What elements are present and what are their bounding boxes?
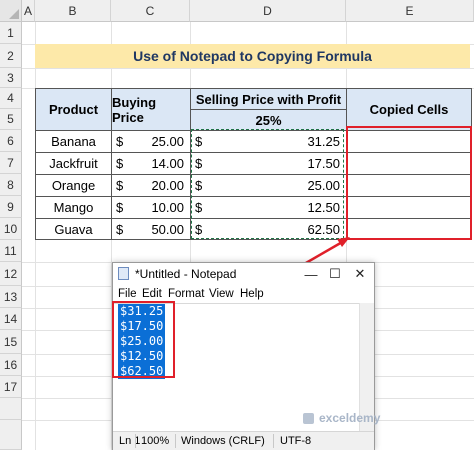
row-header-11[interactable]: 11 — [0, 240, 22, 262]
row-header-12[interactable]: 12 — [0, 262, 22, 286]
product-cell[interactable]: Banana — [35, 130, 112, 153]
currency-symbol: $ — [116, 200, 124, 215]
selling-amount: 25.00 — [307, 178, 340, 193]
watermark: exceldemy — [113, 411, 380, 429]
notepad-status-bar: Ln 1 100% Windows (CRLF) UTF-8 — [113, 431, 374, 450]
row-header-7[interactable]: 7 — [0, 152, 22, 174]
menu-help[interactable]: Help — [240, 288, 264, 300]
currency-symbol: $ — [116, 134, 124, 149]
buying-amount: 20.00 — [151, 178, 184, 193]
header-selling-price[interactable]: Selling Price with Profit — [190, 88, 347, 110]
currency-symbol: $ — [195, 156, 203, 171]
selling-amount: 31.25 — [307, 134, 340, 149]
status-position: Ln 1 — [119, 435, 141, 447]
status-divider — [135, 434, 136, 448]
currency-symbol: $ — [116, 221, 124, 237]
minimize-icon[interactable]: — — [301, 265, 321, 283]
menu-edit[interactable]: Edit — [142, 288, 162, 300]
currency-symbol: $ — [195, 134, 203, 149]
notepad-title: *Untitled - Notepad — [135, 267, 237, 281]
watermark-text: exceldemy — [319, 411, 381, 425]
selling-price-cell[interactable]: $25.00 — [190, 174, 347, 197]
header-profit-rate[interactable]: 25% — [190, 109, 347, 131]
row-header-13[interactable]: 13 — [0, 286, 22, 308]
selling-amount: 17.50 — [307, 156, 340, 171]
status-encoding: UTF-8 — [280, 435, 312, 447]
row-header-1[interactable]: 1 — [0, 22, 22, 44]
header-copied-cells[interactable]: Copied Cells — [346, 88, 472, 131]
product-cell[interactable]: Jackfruit — [35, 152, 112, 175]
buying-price-cell[interactable]: $20.00 — [111, 174, 191, 197]
sheet-title[interactable]: Use of Notepad to Copying Formula — [35, 44, 470, 68]
column-header-e[interactable]: E — [346, 0, 474, 22]
header-product[interactable]: Product — [35, 88, 112, 131]
buying-price-cell[interactable]: $10.00 — [111, 196, 191, 219]
buying-amount: 50.00 — [151, 221, 184, 237]
row-header-16[interactable]: 16 — [0, 354, 22, 376]
buying-amount: 25.00 — [151, 134, 184, 149]
copied-cells-highlight — [346, 126, 472, 240]
row-header-10[interactable]: 10 — [0, 218, 22, 240]
buying-price-cell[interactable]: $14.00 — [111, 152, 191, 175]
menu-view[interactable]: View — [209, 288, 234, 300]
selling-amount: 12.50 — [307, 200, 340, 215]
row-header-6[interactable]: 6 — [0, 130, 22, 152]
column-header-b[interactable]: B — [35, 0, 111, 22]
buying-price-cell[interactable]: $50.00 — [111, 218, 191, 240]
buying-price-cell[interactable]: $25.00 — [111, 130, 191, 153]
row-header-18[interactable] — [0, 398, 22, 420]
selling-price-cell[interactable]: $31.25 — [190, 130, 347, 153]
notepad-window[interactable]: *Untitled - Notepad — ☐ ✕ File Edit Form… — [112, 262, 380, 450]
row-header-9[interactable]: 9 — [0, 196, 22, 218]
currency-symbol: $ — [195, 200, 203, 215]
gridline — [22, 68, 474, 69]
product-cell[interactable]: Orange — [35, 174, 112, 197]
row-header-4[interactable]: 4 — [0, 88, 22, 109]
row-header-14[interactable]: 14 — [0, 308, 22, 330]
currency-symbol: $ — [195, 178, 203, 193]
buying-amount: 10.00 — [151, 200, 184, 215]
currency-symbol: $ — [195, 221, 203, 237]
column-header-c[interactable]: C — [111, 0, 190, 22]
product-cell[interactable]: Guava — [35, 218, 112, 240]
row-header-5[interactable]: 5 — [0, 109, 22, 130]
header-buying-price[interactable]: Buying Price — [111, 88, 191, 131]
status-divider — [175, 434, 176, 448]
status-zoom: 100% — [141, 435, 170, 447]
selling-price-cell[interactable]: $12.50 — [190, 196, 347, 219]
row-header-8[interactable]: 8 — [0, 174, 22, 196]
selling-price-cell[interactable]: $17.50 — [190, 152, 347, 175]
row-header-15[interactable]: 15 — [0, 330, 22, 354]
status-line-ending: Windows (CRLF) — [181, 435, 265, 447]
row-header-17[interactable]: 17 — [0, 376, 22, 398]
buying-amount: 14.00 — [151, 156, 184, 171]
menu-format[interactable]: Format — [168, 288, 204, 300]
menu-file[interactable]: File — [118, 288, 137, 300]
row-header-3[interactable]: 3 — [0, 68, 22, 88]
currency-symbol: $ — [116, 178, 124, 193]
exceldemy-logo-icon — [303, 413, 314, 424]
product-cell[interactable]: Mango — [35, 196, 112, 219]
close-icon[interactable]: ✕ — [350, 265, 370, 283]
row-header-2[interactable]: 2 — [0, 44, 22, 68]
status-divider — [273, 434, 274, 448]
column-header-d[interactable]: D — [190, 0, 346, 22]
notepad-content-highlight — [112, 301, 175, 378]
notepad-app-icon — [118, 267, 129, 280]
currency-symbol: $ — [116, 156, 124, 171]
selling-amount: 62.50 — [307, 221, 340, 237]
maximize-icon[interactable]: ☐ — [325, 265, 345, 283]
row-header-19[interactable] — [0, 420, 22, 450]
selling-price-cell[interactable]: $62.50 — [190, 218, 347, 240]
column-header-a[interactable]: A — [22, 0, 35, 22]
notepad-title-bar[interactable]: *Untitled - Notepad — ☐ ✕ — [113, 263, 374, 285]
select-all-corner[interactable] — [0, 0, 22, 22]
